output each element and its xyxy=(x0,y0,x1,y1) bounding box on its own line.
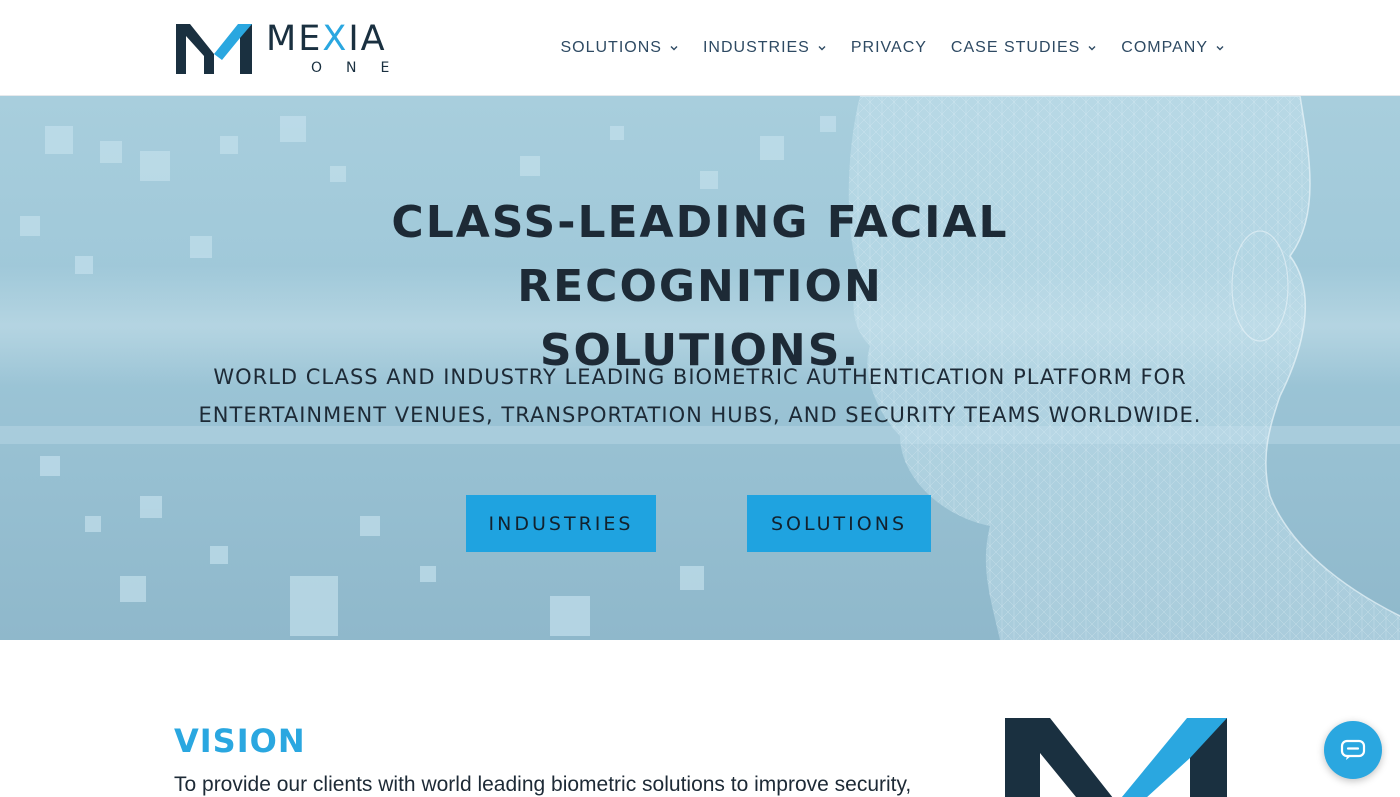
logo-m-large-icon xyxy=(1005,718,1227,797)
chevron-down-icon xyxy=(670,46,678,51)
chevron-down-icon xyxy=(1216,46,1224,51)
hero-subtitle-line2: ENTERTAINMENT VENUES, TRANSPORTATION HUB… xyxy=(198,403,1202,427)
hero-title-line1: CLASS-LEADING FACIAL RECOGNITION xyxy=(391,197,1009,312)
nav-label: SOLUTIONS xyxy=(560,39,662,56)
nav-label: INDUSTRIES xyxy=(702,39,810,56)
hero-section: CLASS-LEADING FACIAL RECOGNITION SOLUTIO… xyxy=(0,96,1400,640)
site-header: MEXIA ONE SOLUTIONS INDUSTRIES PRIVACY C… xyxy=(0,0,1400,96)
nav-item-privacy[interactable]: PRIVACY xyxy=(851,36,927,60)
nav-item-industries[interactable]: INDUSTRIES xyxy=(703,36,827,60)
vision-heading: VISION xyxy=(174,722,306,760)
solutions-button[interactable]: SOLUTIONS xyxy=(747,495,931,552)
industries-button[interactable]: INDUSTRIES xyxy=(466,495,656,552)
nav-item-solutions[interactable]: SOLUTIONS xyxy=(560,36,678,60)
main-nav: SOLUTIONS INDUSTRIES PRIVACY CASE STUDIE… xyxy=(560,36,1225,60)
hero-subtitle-line1: WORLD CLASS AND INDUSTRY LEADING BIOMETR… xyxy=(213,365,1187,389)
chat-widget-button[interactable] xyxy=(1324,721,1382,779)
chat-bubble-icon xyxy=(1340,739,1366,760)
nav-label: COMPANY xyxy=(1121,39,1208,56)
logo-subtext: ONE xyxy=(311,60,414,76)
logo-m-icon xyxy=(176,24,252,74)
brand-logo[interactable]: MEXIA ONE xyxy=(174,20,439,78)
vision-text: To provide our clients with world leadin… xyxy=(174,773,912,796)
nav-item-case-studies[interactable]: CASE STUDIES xyxy=(951,36,1097,60)
logo-wordmark: MEXIA xyxy=(266,19,387,59)
hero-title: CLASS-LEADING FACIAL RECOGNITION SOLUTIO… xyxy=(200,191,1200,383)
hero-subtitle: WORLD CLASS AND INDUSTRY LEADING BIOMETR… xyxy=(150,358,1250,434)
nav-item-company[interactable]: COMPANY xyxy=(1121,36,1225,60)
chevron-down-icon xyxy=(818,46,826,51)
nav-label: CASE STUDIES xyxy=(950,39,1081,56)
nav-label: PRIVACY xyxy=(850,39,927,56)
logo-text: MEXIA ONE xyxy=(266,20,413,76)
chevron-down-icon xyxy=(1088,46,1096,51)
